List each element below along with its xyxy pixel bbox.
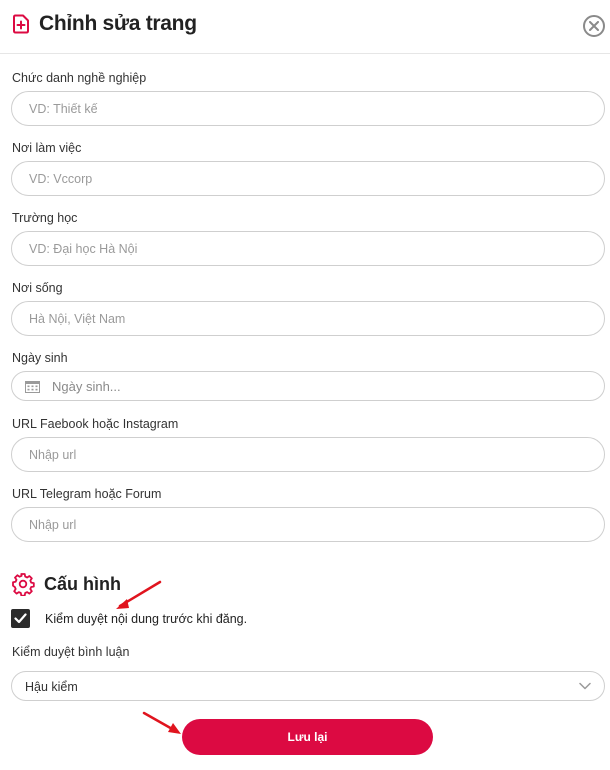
telegram-url-label: URL Telegram hoặc Forum	[12, 487, 162, 501]
config-section-title: Cấu hình	[44, 574, 121, 594]
gear-icon	[12, 573, 35, 596]
telegram-url-input[interactable]	[11, 507, 605, 542]
residence-input[interactable]	[11, 301, 605, 336]
workplace-input[interactable]	[11, 161, 605, 196]
job-title-label: Chức danh nghề nghiệp	[12, 71, 147, 85]
residence-label: Nơi sống	[12, 281, 63, 295]
birthday-label: Ngày sinh	[12, 351, 68, 365]
modal-header: Chỉnh sửa trang	[0, 0, 610, 54]
save-button[interactable]: Lưu lại	[182, 719, 433, 755]
annotation-arrow-icon	[142, 711, 181, 734]
comment-moderation-label: Kiểm duyệt bình luận	[12, 645, 130, 659]
calendar-icon	[25, 381, 40, 393]
facebook-url-label: URL Faebook hoặc Instagram	[12, 417, 179, 431]
document-plus-icon	[13, 14, 29, 34]
close-icon	[589, 21, 599, 31]
close-button[interactable]	[583, 15, 605, 37]
page-title: Chỉnh sửa trang	[39, 12, 197, 35]
birthday-field[interactable]	[11, 371, 605, 401]
comment-moderation-select[interactable]: Hậu kiểm	[11, 671, 605, 701]
moderate-content-checkbox[interactable]	[11, 609, 30, 628]
school-label: Trường học	[12, 211, 78, 225]
comment-moderation-value: Hậu kiểm	[25, 680, 78, 694]
checkmark-icon	[14, 613, 27, 624]
facebook-url-input[interactable]	[11, 437, 605, 472]
chevron-down-icon	[579, 682, 591, 690]
school-input[interactable]	[11, 231, 605, 266]
birthday-input[interactable]	[52, 376, 592, 396]
workplace-label: Nơi làm việc	[12, 141, 82, 155]
moderate-content-label: Kiểm duyệt nội dung trước khi đăng.	[45, 612, 248, 626]
job-title-input[interactable]	[11, 91, 605, 126]
